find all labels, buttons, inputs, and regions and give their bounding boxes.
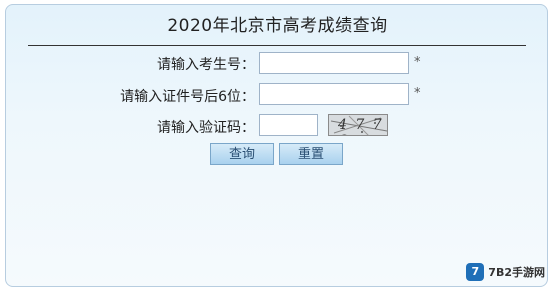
- captcha-label: 请输入验证码：: [157, 120, 255, 136]
- exam-id-input[interactable]: [259, 52, 409, 74]
- captcha-input[interactable]: [259, 114, 318, 136]
- watermark-text: 7B2手游网: [488, 266, 545, 279]
- id-last6-label: 请输入证件号后6位：: [120, 89, 255, 105]
- captcha-text: 4 7 7 6: [338, 117, 384, 135]
- page-title: 2020年北京市高考成绩查询: [167, 16, 388, 36]
- site-watermark: 7 7B2手游网: [466, 263, 545, 281]
- exam-id-label: 请输入考生号：: [157, 57, 255, 73]
- id-last6-input[interactable]: [259, 83, 409, 105]
- captcha-image[interactable]: 4 7 7 6: [328, 114, 388, 136]
- query-button[interactable]: 查询: [210, 143, 274, 165]
- reset-button[interactable]: 重置: [279, 143, 343, 165]
- exam-id-required-mark: *: [414, 55, 421, 70]
- query-panel: [5, 4, 548, 287]
- id-last6-required-mark: *: [414, 86, 421, 101]
- watermark-logo-icon: 7: [466, 263, 485, 281]
- title-divider: [28, 45, 526, 46]
